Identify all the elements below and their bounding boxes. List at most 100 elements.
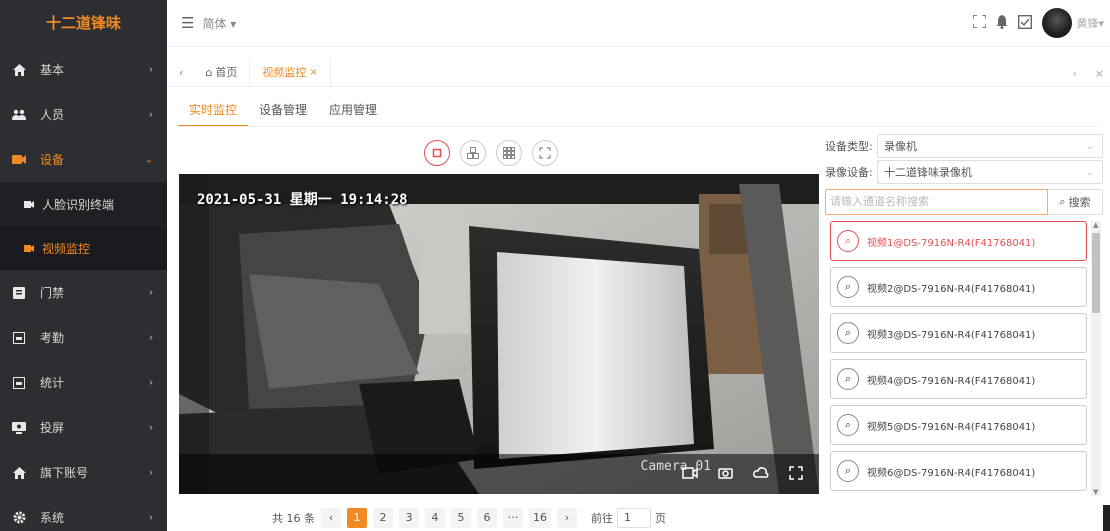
page-button[interactable]: 5	[451, 508, 471, 528]
sidebar-item-label: 投屏	[40, 421, 65, 435]
close-icon[interactable]: ×	[309, 59, 317, 87]
sidebar-item-label: 基本	[40, 63, 65, 77]
page-button[interactable]: 3	[399, 508, 419, 528]
page-ellipsis[interactable]: ···	[503, 508, 523, 528]
sidebar-item-statistics[interactable]: 统计 ›	[0, 360, 167, 405]
chevron-down-icon: ⌄	[1085, 166, 1094, 178]
search-button[interactable]: ⌕ 搜索	[1048, 189, 1103, 215]
avatar[interactable]	[1042, 8, 1073, 38]
sidebar: 十二道锋味 基本 › 人员 › 设备 ⌄ 人脸识别终端 视频监控 门禁 › 考勤…	[0, 0, 167, 531]
recorder-select[interactable]: 十二道锋味录像机 ⌄	[877, 160, 1103, 184]
home-icon	[12, 63, 26, 77]
channel-camera-icon: ⌕	[837, 460, 859, 482]
video-player[interactable]: 2021-05-31 星期一 19:14:28 Camera 01	[179, 174, 819, 494]
next-page-button[interactable]: ›	[557, 508, 577, 528]
channel-item[interactable]: ⌕ 视频2@DS-7916N-R4(F41768041)	[830, 267, 1087, 307]
tab-realtime-monitor[interactable]: 实时监控	[178, 97, 249, 127]
channel-item[interactable]: ⌕ 视频3@DS-7916N-R4(F41768041)	[830, 313, 1087, 353]
sidebar-item-devices[interactable]: 设备 ⌄	[0, 137, 167, 182]
scrollbar-thumb[interactable]	[1092, 233, 1100, 313]
sidebar-item-access[interactable]: 门禁 ›	[0, 270, 167, 315]
door-icon	[12, 286, 26, 300]
tab-device-management[interactable]: 设备管理	[248, 97, 318, 127]
tab-scroll-left-icon[interactable]: ‹	[167, 66, 193, 79]
channel-label: 视频1@DS-7916N-R4(F41768041)	[867, 237, 1036, 249]
top-header: ☰ 简体 ▾ 黄锋▾	[167, 0, 1110, 47]
page-button[interactable]: 6	[477, 508, 497, 528]
nine-view-button[interactable]	[496, 140, 522, 166]
sidebar-item-label: 旗下账号	[40, 466, 89, 480]
prev-page-button[interactable]: ‹	[321, 508, 341, 528]
video-timestamp: 2021-05-31 星期一 19:14:28	[197, 192, 408, 208]
channel-label: 视频5@DS-7916N-R4(F41768041)	[867, 421, 1036, 433]
sidebar-item-label: 统计	[40, 376, 65, 390]
search-icon: ⌕	[1059, 195, 1066, 208]
channel-label: 视频2@DS-7916N-R4(F41768041)	[867, 283, 1036, 295]
close-all-icon[interactable]: ×	[1095, 67, 1104, 80]
tab-video-monitor[interactable]: 视频监控 ×	[250, 58, 331, 87]
goto-page-input[interactable]: 1	[617, 508, 651, 528]
page-tabs: 实时监控 设备管理 应用管理	[178, 97, 388, 127]
caret-down-icon: ▾	[1098, 17, 1104, 30]
sidebar-item-attendance[interactable]: 考勤 ›	[0, 315, 167, 360]
page-button[interactable]: 16	[529, 508, 551, 528]
scroll-down-icon[interactable]: ▼	[1093, 488, 1098, 496]
chevron-right-icon: ›	[149, 512, 153, 523]
channel-item[interactable]: ⌕ 视频5@DS-7916N-R4(F41768041)	[830, 405, 1087, 445]
sidebar-item-video-monitor[interactable]: 视频监控	[0, 226, 167, 270]
brand-logo: 十二道锋味	[45, 14, 121, 32]
channel-search-input[interactable]: 请输入通道名称搜索	[825, 189, 1048, 215]
page-button[interactable]: 2	[373, 508, 393, 528]
channel-item[interactable]: ⌕ 视频4@DS-7916N-R4(F41768041)	[830, 359, 1087, 399]
header-actions: 黄锋▾	[972, 8, 1104, 38]
channel-item[interactable]: ⌕ 视频1@DS-7916N-R4(F41768041)	[830, 221, 1087, 261]
sidebar-item-basic[interactable]: 基本 ›	[0, 47, 167, 92]
channel-label: 视频3@DS-7916N-R4(F41768041)	[867, 329, 1036, 341]
language-select[interactable]: 简体 ▾	[202, 15, 236, 32]
gear-icon	[12, 511, 26, 525]
sidebar-item-system[interactable]: 系统 ›	[0, 495, 167, 531]
checkbox-icon[interactable]	[1018, 14, 1033, 32]
sidebar-item-face-terminal[interactable]: 人脸识别终端	[0, 182, 167, 226]
recorder-row: 录像设备: 十二道锋味录像机 ⌄	[825, 159, 1103, 185]
chevron-right-icon: ›	[149, 64, 153, 75]
channel-camera-icon: ⌕	[837, 230, 859, 252]
device-type-label: 设备类型:	[825, 140, 873, 153]
channel-camera-icon: ⌕	[837, 414, 859, 436]
chart-icon	[12, 376, 26, 390]
total-count: 共 16 条	[272, 512, 315, 525]
menu-toggle-icon[interactable]: ☰	[181, 14, 194, 32]
tab-app-management[interactable]: 应用管理	[318, 97, 388, 127]
camera-icon	[12, 153, 26, 167]
chevron-right-icon: ›	[149, 377, 153, 388]
caret-down-icon: ▾	[230, 16, 237, 31]
page-button[interactable]: 4	[425, 508, 445, 528]
fullscreen-view-button[interactable]	[532, 140, 558, 166]
cloud-icon[interactable]	[753, 466, 769, 484]
fullscreen-icon[interactable]	[972, 14, 988, 31]
channel-item[interactable]: ⌕ 视频6@DS-7916N-R4(F41768041)	[830, 451, 1087, 491]
device-type-select[interactable]: 录像机 ⌄	[877, 134, 1103, 158]
sidebar-item-sub-accounts[interactable]: 旗下账号 ›	[0, 450, 167, 495]
recorder-value: 十二道锋味录像机	[884, 166, 972, 179]
sidebar-item-personnel[interactable]: 人员 ›	[0, 92, 167, 137]
tab-scroll-right-icon[interactable]: ›	[1072, 67, 1076, 80]
channel-list-scrollbar[interactable]: ▲ ▼	[1091, 221, 1101, 496]
quad-view-button[interactable]	[460, 140, 486, 166]
expand-icon[interactable]	[789, 466, 803, 484]
tab-home[interactable]: ⌂ 首页	[193, 58, 251, 87]
record-icon[interactable]	[682, 466, 698, 484]
sidebar-item-label: 门禁	[40, 286, 65, 300]
channel-label: 视频4@DS-7916N-R4(F41768041)	[867, 375, 1036, 387]
scroll-up-icon[interactable]: ▲	[1093, 221, 1098, 229]
single-view-button[interactable]	[424, 140, 450, 166]
page-button[interactable]: 1	[347, 508, 367, 528]
sidebar-item-cast[interactable]: 投屏 ›	[0, 405, 167, 450]
chevron-right-icon: ›	[149, 109, 153, 120]
sidebar-item-label: 人脸识别终端	[42, 197, 115, 212]
snapshot-icon[interactable]	[718, 466, 733, 484]
channel-list: ⌕ 视频1@DS-7916N-R4(F41768041) ⌕ 视频2@DS-7916…	[830, 221, 1087, 531]
video-layout-controls	[424, 140, 558, 166]
bell-icon[interactable]	[996, 14, 1009, 32]
user-menu[interactable]: 黄锋▾	[1076, 15, 1104, 31]
